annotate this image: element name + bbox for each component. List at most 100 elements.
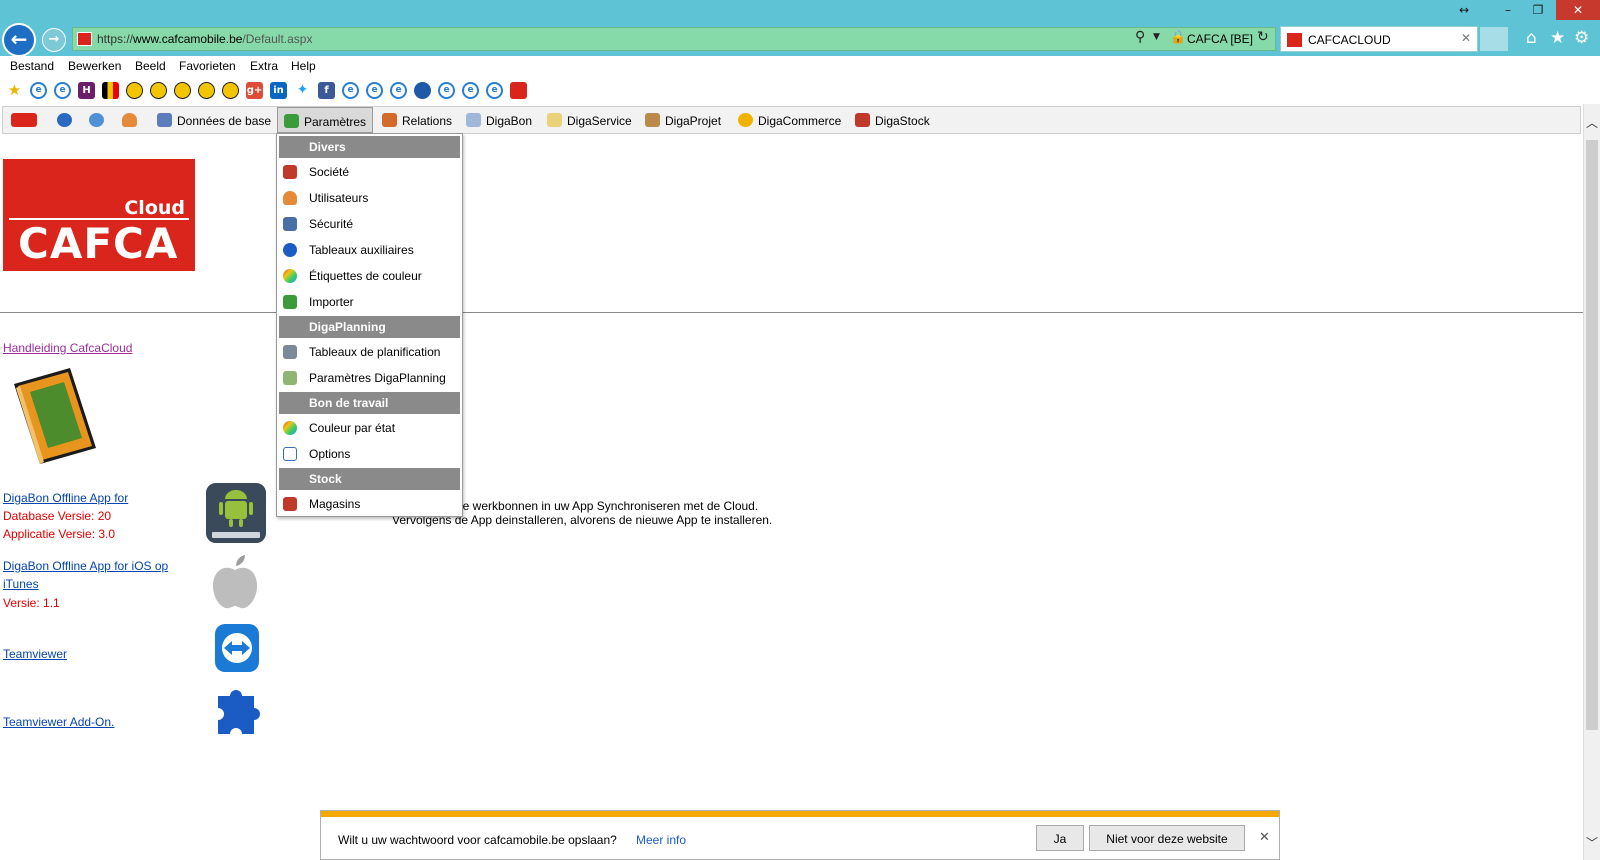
app-menu-digaprojet[interactable]: DigaProjet bbox=[639, 107, 727, 133]
search-icon[interactable]: ⚲ bbox=[1135, 29, 1145, 45]
never-for-site-button[interactable]: Niet voor deze website bbox=[1089, 825, 1245, 851]
ie-icon[interactable]: e bbox=[54, 82, 71, 99]
globe-icon bbox=[57, 113, 72, 127]
horizontal-divider bbox=[0, 312, 1583, 313]
dropdown-item-securite[interactable]: Sécurité bbox=[279, 212, 460, 236]
ios-app-link[interactable]: DigaBon Offline App for iOS op bbox=[3, 557, 168, 575]
browser-tab[interactable]: CAFCACLOUD ✕ bbox=[1280, 26, 1478, 52]
dropdown-item-tableaux-planification[interactable]: Tableaux de planification bbox=[279, 340, 460, 364]
more-info-link[interactable]: Meer info bbox=[636, 833, 686, 847]
close-tab-icon[interactable]: ✕ bbox=[1461, 31, 1471, 45]
forward-button[interactable]: → bbox=[42, 28, 66, 52]
dropdown-item-tableaux-auxiliaires[interactable]: Tableaux auxiliaires bbox=[279, 238, 460, 262]
scroll-thumb[interactable] bbox=[1586, 140, 1598, 730]
itunes-link[interactable]: iTunes bbox=[3, 575, 39, 593]
scroll-up-icon[interactable]: ︿ bbox=[1584, 114, 1600, 131]
app-menu-sync[interactable] bbox=[83, 107, 115, 133]
page-content: Données de base Paramètres Relations Dig… bbox=[0, 104, 1583, 860]
app-menu-globe[interactable] bbox=[51, 107, 83, 133]
globe-icon[interactable] bbox=[414, 82, 431, 99]
dropdown-item-options[interactable]: Options bbox=[279, 442, 460, 466]
favorites-star-icon[interactable]: ★ bbox=[1550, 28, 1565, 48]
menu-beeld[interactable]: Beeld bbox=[135, 59, 166, 73]
dropdown-item-utilisateurs[interactable]: Utilisateurs bbox=[279, 186, 460, 210]
ball-icon[interactable] bbox=[222, 82, 239, 99]
book-icon[interactable] bbox=[12, 366, 98, 466]
ie-icon[interactable]: e bbox=[486, 82, 503, 99]
android-app-version: Applicatie Versie: 3.0 bbox=[3, 527, 116, 541]
home-icon[interactable]: ⌂ bbox=[1526, 28, 1537, 48]
apple-icon[interactable] bbox=[210, 552, 260, 612]
app-menu-relations[interactable]: Relations bbox=[376, 107, 458, 133]
relations-icon bbox=[382, 113, 397, 127]
import-icon bbox=[283, 295, 297, 309]
twitter-icon[interactable]: ✦ bbox=[294, 82, 311, 99]
app-menu-digabon[interactable]: DigaBon bbox=[460, 107, 538, 133]
puzzle-icon[interactable] bbox=[206, 686, 266, 746]
add-favorite-star-icon[interactable]: ★ bbox=[6, 82, 23, 99]
dropdown-item-importer[interactable]: Importer bbox=[279, 290, 460, 314]
certificate-label[interactable]: CAFCA [BE] bbox=[1187, 32, 1253, 46]
scroll-down-icon[interactable]: ﹀ bbox=[1584, 834, 1600, 851]
app-menu-cafca[interactable] bbox=[5, 107, 48, 133]
back-button[interactable]: ← bbox=[2, 23, 36, 57]
menu-bestand[interactable]: Bestand bbox=[10, 59, 54, 73]
menu-bewerken[interactable]: Bewerken bbox=[68, 59, 121, 73]
chevron-down-icon[interactable]: ▼ bbox=[1153, 32, 1160, 42]
teamviewer-addon-link[interactable]: Teamviewer Add-On. bbox=[3, 713, 114, 731]
close-icon[interactable]: ✕ bbox=[1259, 830, 1270, 845]
ie-icon[interactable]: e bbox=[366, 82, 383, 99]
save-password-button[interactable]: Ja bbox=[1036, 825, 1084, 851]
app-menu-digacommerce[interactable]: DigaCommerce bbox=[732, 107, 847, 133]
android-app-link[interactable]: DigaBon Offline App for bbox=[3, 489, 128, 507]
dropdown-item-couleur-par-etat[interactable]: Couleur par état bbox=[279, 416, 460, 440]
app-menu-digaservice[interactable]: DigaService bbox=[541, 107, 638, 133]
ie-icon[interactable]: e bbox=[342, 82, 359, 99]
ie-icon[interactable]: e bbox=[30, 82, 47, 99]
menu-favorieten[interactable]: Favorieten bbox=[179, 59, 236, 73]
cafca-icon[interactable] bbox=[510, 82, 527, 99]
android-icon[interactable] bbox=[206, 483, 266, 543]
app-menu-digastock[interactable]: DigaStock bbox=[849, 107, 936, 133]
ball-icon[interactable] bbox=[198, 82, 215, 99]
restore-button[interactable]: ❐ bbox=[1524, 0, 1552, 20]
app-menu-bar: Données de base Paramètres Relations Dig… bbox=[2, 106, 1581, 134]
minimize-button[interactable]: – bbox=[1494, 0, 1522, 20]
dropdown-item-label: Magasins bbox=[309, 497, 361, 511]
teamviewer-icon[interactable] bbox=[212, 618, 262, 678]
address-bar[interactable]: https://www.cafcamobile.be/Default.aspx … bbox=[72, 27, 1276, 51]
menu-help[interactable]: Help bbox=[291, 59, 316, 73]
linkedin-icon[interactable]: in bbox=[270, 82, 287, 99]
gear-icon[interactable]: ⚙ bbox=[1574, 28, 1589, 48]
app-menu-donnees[interactable]: Données de base bbox=[151, 107, 277, 133]
ie-icon[interactable]: e bbox=[462, 82, 479, 99]
close-window-button[interactable]: ✕ bbox=[1556, 0, 1600, 20]
refresh-icon[interactable]: ↻ bbox=[1257, 29, 1269, 45]
lock-icon[interactable]: 🔒 bbox=[1170, 30, 1186, 45]
flag-be-icon[interactable] bbox=[102, 82, 119, 99]
password-question: Wilt u uw wachtwoord voor cafcamobile.be… bbox=[338, 833, 617, 847]
facebook-icon[interactable]: f bbox=[318, 82, 335, 99]
ball-icon[interactable] bbox=[126, 82, 143, 99]
manual-link[interactable]: Handleiding CafcaCloud bbox=[3, 339, 132, 357]
tab-title: CAFCACLOUD bbox=[1308, 33, 1391, 47]
gplus-icon[interactable]: g+ bbox=[246, 82, 263, 99]
vertical-scrollbar[interactable]: ︿ ﹀ bbox=[1583, 104, 1600, 860]
new-tab-button[interactable] bbox=[1480, 27, 1508, 51]
teamviewer-link[interactable]: Teamviewer bbox=[3, 645, 67, 663]
h-icon[interactable]: H bbox=[78, 82, 95, 99]
ball-icon[interactable] bbox=[174, 82, 191, 99]
menu-extra[interactable]: Extra bbox=[250, 59, 278, 73]
ie-icon[interactable]: e bbox=[438, 82, 455, 99]
dropdown-item-parametres-digaplanning[interactable]: Paramètres DigaPlanning bbox=[279, 366, 460, 390]
dropdown-item-etiquettes[interactable]: Étiquettes de couleur bbox=[279, 264, 460, 288]
dropdown-item-magasins[interactable]: Magasins bbox=[279, 492, 460, 516]
dropdown-item-societe[interactable]: Société bbox=[279, 160, 460, 184]
dropdown-section-divers: Divers bbox=[279, 136, 460, 158]
resize-icon[interactable]: ↔ bbox=[1450, 0, 1478, 20]
url-text[interactable]: https://www.cafcamobile.be/Default.aspx bbox=[97, 32, 312, 46]
ball-icon[interactable] bbox=[150, 82, 167, 99]
app-menu-user[interactable] bbox=[116, 107, 148, 133]
app-menu-parametres[interactable]: Paramètres bbox=[277, 107, 374, 133]
ie-icon[interactable]: e bbox=[390, 82, 407, 99]
